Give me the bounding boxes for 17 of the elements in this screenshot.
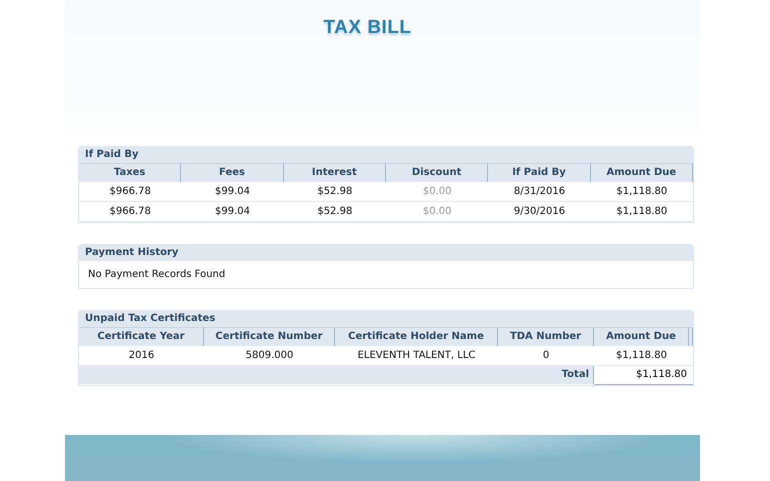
total-label: Total: [79, 366, 594, 384]
column-header: Discount: [386, 163, 488, 182]
total-value: $1,118.80: [594, 366, 693, 385]
section-heading: Unpaid Tax Certificates: [79, 311, 693, 327]
section-heading: If Paid By: [79, 147, 693, 163]
column-header: Amount Due: [590, 163, 693, 182]
column-header: TDA Number: [498, 327, 594, 346]
column-header: Amount Due: [594, 327, 689, 346]
section-heading: Payment History: [79, 245, 693, 261]
column-header: Fees: [181, 163, 284, 182]
column-header: If Paid By: [488, 163, 591, 182]
page-title: TAX BILL: [323, 17, 412, 40]
column-header: Certificate Year: [79, 327, 204, 346]
column-header: Taxes: [79, 163, 182, 182]
column-header: Interest: [284, 163, 386, 182]
column-header: Certificate Number: [204, 327, 335, 346]
column-header: Certificate Holder Name: [335, 327, 498, 346]
